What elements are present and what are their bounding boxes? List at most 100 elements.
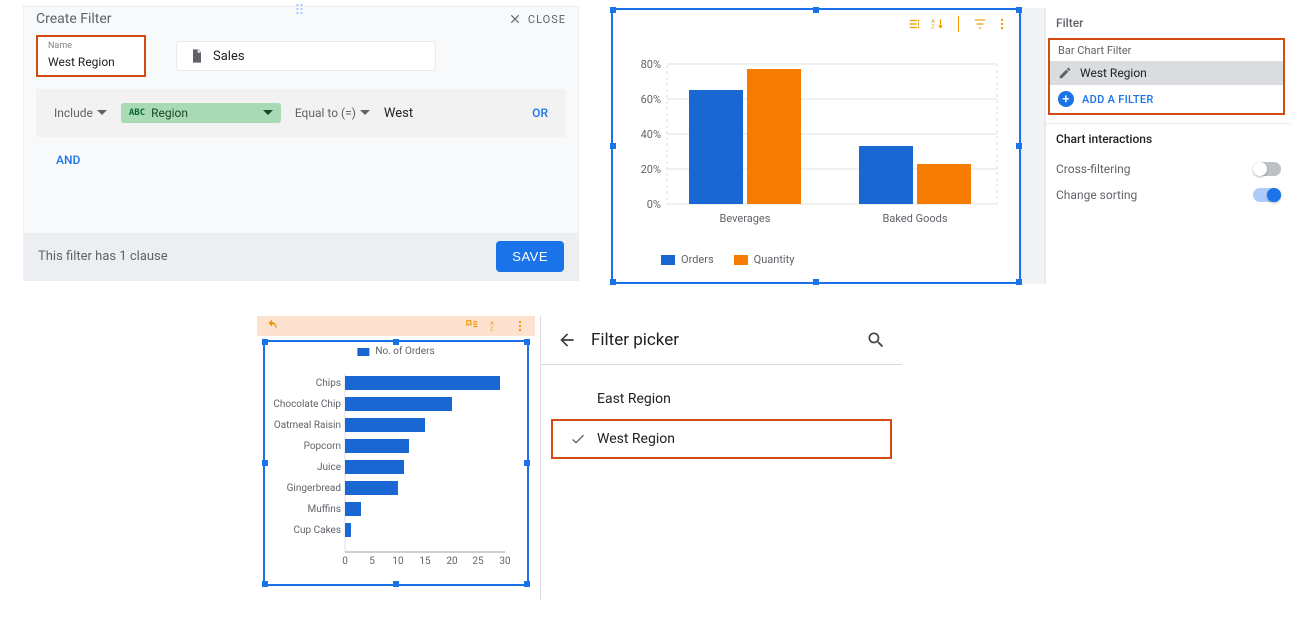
horizontal-bar-chart: Chips Chocolate Chip Oatmeal Raisin Popc… — [263, 346, 529, 586]
sliders-icon[interactable] — [908, 17, 922, 31]
applied-filter-label: West Region — [1080, 66, 1147, 80]
chart-interactions-heading: Chart interactions — [1056, 132, 1281, 146]
svg-text:A: A — [931, 19, 935, 25]
hbar-toolbar: AZ — [257, 316, 535, 336]
svg-text:60%: 60% — [641, 93, 661, 106]
filter-options-list: East Region West Region — [541, 365, 902, 473]
svg-text:Oatmeal Raisin: Oatmeal Raisin — [274, 420, 341, 431]
or-button[interactable]: OR — [532, 106, 548, 120]
filter-option-label: West Region — [597, 431, 675, 447]
svg-text:Z: Z — [490, 327, 494, 333]
change-sorting-toggle[interactable] — [1253, 188, 1281, 202]
filter-clause: Include ABC Region Equal to (=) West OR — [36, 89, 566, 137]
add-filter-button[interactable]: + ADD A FILTER — [1050, 85, 1283, 113]
filter-option-east[interactable]: East Region — [541, 379, 902, 419]
filter-option-west[interactable]: West Region — [551, 419, 892, 459]
filter-name-label: Name — [48, 41, 134, 51]
close-icon — [508, 12, 522, 26]
caret-down-icon — [97, 108, 107, 118]
field-name: Region — [151, 106, 188, 120]
svg-text:5: 5 — [369, 556, 375, 567]
legend-series1: Orders — [681, 253, 714, 266]
bar-chart-canvas[interactable]: AZ 0% 20% 40% 60% — [611, 8, 1021, 284]
filter-name-input[interactable]: Name West Region — [36, 35, 146, 77]
drag-handle-icon[interactable]: ⠿ — [294, 3, 307, 19]
svg-text:Cup Cakes: Cup Cakes — [294, 525, 342, 536]
svg-text:80%: 80% — [641, 58, 661, 71]
panel-title: Create Filter — [36, 11, 112, 27]
back-arrow-icon[interactable] — [557, 330, 577, 350]
svg-text:Popcorn: Popcorn — [304, 441, 341, 452]
close-label: CLOSE — [528, 13, 566, 26]
filter-icon[interactable] — [973, 17, 987, 31]
svg-text:20%: 20% — [641, 163, 661, 176]
hbar-chart-panel: AZ No. of Orders Chips Chocolate Chip Oa… — [257, 316, 535, 600]
include-exclude-select[interactable]: Include — [54, 106, 107, 120]
create-filter-panel: ⠿ Create Filter CLOSE Name West Region S… — [23, 6, 579, 281]
plus-circle-icon: + — [1058, 91, 1074, 107]
svg-text:30: 30 — [499, 556, 511, 567]
include-label: Include — [54, 106, 93, 120]
svg-text:Muffins: Muffins — [308, 503, 341, 515]
svg-text:Baked Goods: Baked Goods — [883, 212, 948, 225]
svg-text:Chocolate Chip: Chocolate Chip — [273, 399, 341, 410]
undo-icon[interactable] — [265, 319, 279, 333]
chart-legend: Orders Quantity — [661, 253, 794, 266]
data-source-icon — [189, 48, 205, 64]
condition-select[interactable]: Equal to (=) — [295, 106, 370, 120]
data-source-value: Sales — [213, 49, 245, 64]
add-filter-label: ADD A FILTER — [1082, 93, 1154, 106]
field-select-chip[interactable]: ABC Region — [121, 103, 281, 123]
condition-value-input[interactable]: West — [384, 106, 413, 121]
applied-filter-item[interactable]: West Region — [1050, 61, 1283, 85]
properties-sidebar: Filter Bar Chart Filter West Region + AD… — [1045, 8, 1291, 284]
condition-value: West — [384, 106, 413, 121]
svg-text:20: 20 — [446, 556, 458, 567]
explore-icon[interactable] — [465, 319, 479, 333]
svg-text:15: 15 — [419, 556, 431, 567]
close-button[interactable]: CLOSE — [508, 12, 566, 26]
more-vert-icon[interactable] — [995, 17, 1009, 31]
filter-picker-title: Filter picker — [591, 330, 679, 350]
cross-filtering-toggle[interactable] — [1253, 162, 1281, 176]
sort-az-icon[interactable]: AZ — [930, 17, 944, 31]
pencil-icon — [1058, 66, 1072, 80]
highlighted-filter-box: Bar Chart Filter West Region + ADD A FIL… — [1048, 38, 1285, 115]
more-vert-icon[interactable] — [513, 319, 527, 333]
svg-text:Juice: Juice — [317, 462, 341, 473]
caret-down-icon — [360, 108, 370, 118]
field-type-icon: ABC — [129, 108, 145, 118]
search-icon[interactable] — [866, 330, 886, 350]
svg-text:25: 25 — [472, 556, 484, 567]
filter-name-value: West Region — [48, 55, 134, 69]
save-button[interactable]: SAVE — [496, 241, 564, 272]
svg-text:Gingerbread: Gingerbread — [287, 483, 341, 494]
svg-text:Beverages: Beverages — [720, 212, 771, 225]
svg-text:0%: 0% — [647, 198, 661, 211]
filter-picker-panel: Filter picker East Region West Region — [540, 316, 902, 600]
sort-az-icon[interactable]: AZ — [489, 319, 503, 333]
grouped-bar-chart: 0% 20% 40% 60% 80% Beverages Baked Goods — [621, 44, 1011, 244]
hbar-chart-canvas[interactable]: No. of Orders Chips Chocolate Chip Oatme… — [263, 340, 529, 586]
footer-message: This filter has 1 clause — [38, 249, 168, 264]
svg-text:0: 0 — [342, 556, 348, 567]
cross-filtering-label: Cross-filtering — [1056, 162, 1131, 176]
filter-subheading: Bar Chart Filter — [1050, 40, 1283, 61]
check-icon — [570, 431, 586, 447]
scrollbar-gutter[interactable] — [1021, 8, 1045, 284]
svg-text:40%: 40% — [641, 128, 661, 141]
caret-down-icon — [263, 108, 273, 118]
and-button[interactable]: AND — [56, 153, 578, 167]
legend-series2: Quantity — [754, 253, 795, 266]
svg-text:10: 10 — [392, 556, 404, 567]
chart-and-sidebar: AZ 0% 20% 40% 60% — [611, 8, 1291, 284]
svg-text:A: A — [490, 321, 494, 327]
filter-option-label: East Region — [597, 391, 671, 407]
sidebar-filter-heading: Filter — [1046, 8, 1291, 38]
data-source-select[interactable]: Sales — [176, 41, 436, 71]
change-sorting-label: Change sorting — [1056, 188, 1137, 202]
svg-text:Chips: Chips — [316, 378, 341, 389]
svg-text:Z: Z — [931, 25, 935, 31]
condition-label: Equal to (=) — [295, 106, 356, 120]
chart-toolbar: AZ — [908, 16, 1009, 32]
